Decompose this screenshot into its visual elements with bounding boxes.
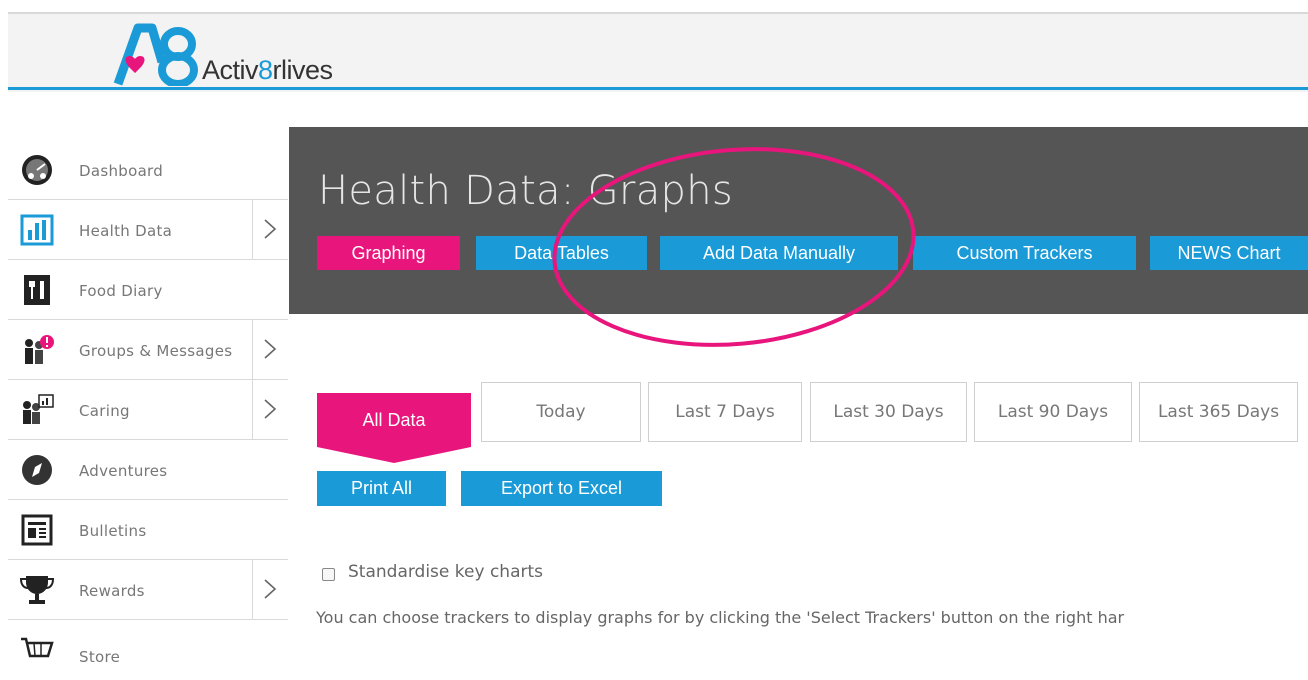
header-accent-line bbox=[8, 87, 1308, 90]
sidebar-item-label: Dashboard bbox=[79, 162, 164, 180]
chevron-right-icon bbox=[264, 399, 277, 419]
tracker-info-text: You can choose trackers to display graph… bbox=[316, 608, 1125, 627]
highlight-ellipse bbox=[552, 147, 916, 347]
period-last-7-days[interactable]: Last 7 Days bbox=[648, 382, 802, 442]
sidebar-expand-arrow[interactable] bbox=[252, 560, 288, 619]
sidebar-expand-arrow[interactable] bbox=[252, 380, 288, 439]
sidebar-item-food-diary[interactable]: Food Diary bbox=[8, 260, 288, 320]
bar-chart-icon bbox=[20, 214, 54, 246]
period-last-365-days[interactable]: Last 365 Days bbox=[1139, 382, 1298, 442]
sidebar-item-label: Food Diary bbox=[79, 282, 163, 300]
sidebar-item-bulletins[interactable]: Bulletins bbox=[8, 500, 288, 560]
fork-knife-icon bbox=[24, 275, 50, 305]
speedometer-icon bbox=[22, 155, 52, 185]
sidebar-item-label: Health Data bbox=[79, 222, 173, 240]
sidebar-item-adventures[interactable]: Adventures bbox=[8, 440, 288, 500]
sidebar-expand-arrow[interactable] bbox=[252, 320, 288, 379]
chevron-right-icon bbox=[264, 339, 277, 359]
period-today[interactable]: Today bbox=[481, 382, 641, 442]
compass-icon bbox=[22, 455, 52, 485]
brand-name: Activ8rlives bbox=[202, 55, 333, 85]
chevron-right-icon bbox=[264, 219, 277, 239]
sidebar-item-label: Rewards bbox=[79, 582, 145, 600]
print-all-button[interactable]: Print All bbox=[317, 471, 446, 506]
sidebar-item-store[interactable]: Store bbox=[8, 620, 288, 680]
sidebar-item-label: Caring bbox=[79, 402, 130, 420]
sidebar-expand-arrow[interactable] bbox=[252, 200, 288, 259]
activ8rlives-logo-icon[interactable] bbox=[100, 22, 200, 86]
newspaper-icon bbox=[21, 514, 53, 546]
sidebar-item-label: Store bbox=[79, 648, 121, 666]
period-all-data[interactable]: All Data bbox=[317, 393, 471, 447]
sidebar-item-label: Bulletins bbox=[79, 522, 147, 540]
cart-icon bbox=[21, 637, 54, 658]
chevron-right-icon bbox=[264, 579, 277, 599]
standardise-checkbox[interactable] bbox=[322, 568, 335, 581]
trophy-icon bbox=[20, 576, 54, 604]
export-excel-button[interactable]: Export to Excel bbox=[461, 471, 662, 506]
sidebar-item-health-data[interactable]: Health Data bbox=[8, 200, 288, 260]
sidebar-item-caring[interactable]: Caring bbox=[8, 380, 288, 440]
tab-custom-trackers[interactable]: Custom Trackers bbox=[913, 236, 1136, 270]
sidebar-item-groups-messages[interactable]: Groups & Messages bbox=[8, 320, 288, 380]
sidebar-item-dashboard[interactable]: Dashboard bbox=[8, 140, 288, 200]
tab-graphing[interactable]: Graphing bbox=[317, 236, 460, 270]
people-chart-icon bbox=[23, 394, 54, 424]
sidebar-item-rewards[interactable]: Rewards bbox=[8, 560, 288, 620]
sidebar-item-label: Adventures bbox=[79, 462, 168, 480]
period-last-90-days[interactable]: Last 90 Days bbox=[974, 382, 1132, 442]
people-alert-icon bbox=[25, 335, 54, 364]
tab-news-chart[interactable]: NEWS Chart bbox=[1150, 236, 1308, 270]
period-active-pointer bbox=[317, 447, 471, 463]
standardise-label: Standardise key charts bbox=[348, 562, 543, 582]
sidebar-item-label: Groups & Messages bbox=[79, 342, 233, 360]
period-last-30-days[interactable]: Last 30 Days bbox=[810, 382, 967, 442]
